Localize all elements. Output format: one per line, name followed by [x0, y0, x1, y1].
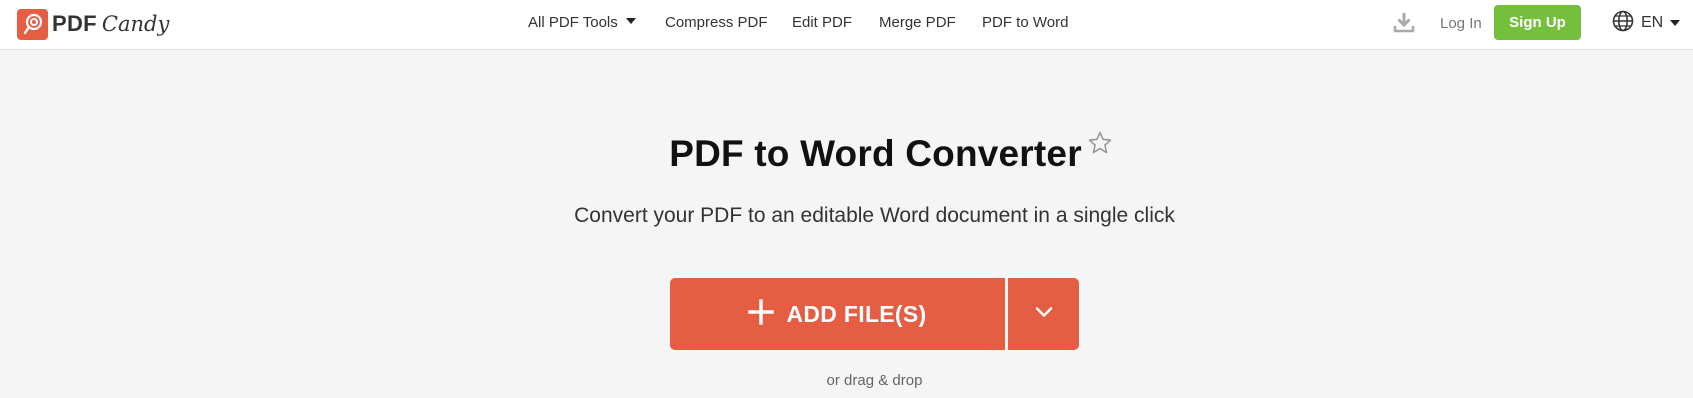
- add-files-button[interactable]: ADD FILE(S): [670, 278, 1005, 350]
- top-header: PDF Candy All PDF Tools Compress PDF Edi…: [0, 0, 1693, 50]
- nav-all-pdf-tools-label: All PDF Tools: [528, 14, 618, 31]
- nav-edit-pdf[interactable]: Edit PDF: [792, 14, 852, 31]
- star-icon[interactable]: [1087, 130, 1113, 156]
- nav-merge-pdf[interactable]: Merge PDF: [879, 14, 956, 31]
- language-label: EN: [1641, 14, 1664, 31]
- language-selector[interactable]: EN: [1612, 10, 1681, 37]
- globe-icon: [1612, 10, 1634, 37]
- plus-icon: [748, 298, 775, 330]
- chevron-down-icon: [1034, 305, 1054, 324]
- logo-text-candy: Candy: [101, 12, 170, 36]
- nav-all-pdf-tools[interactable]: All PDF Tools: [528, 14, 636, 31]
- login-link[interactable]: Log In: [1440, 15, 1482, 32]
- logo-text-pdf: PDF: [52, 11, 97, 36]
- download-icon[interactable]: [1392, 10, 1416, 34]
- nav-pdf-to-word[interactable]: PDF to Word: [982, 14, 1068, 31]
- drag-drop-hint: or drag & drop: [826, 372, 923, 389]
- caret-down-icon: [625, 18, 636, 24]
- upload-source-dropdown-button[interactable]: [1008, 278, 1079, 350]
- pdfcandy-logo-icon: [17, 8, 48, 40]
- signup-button[interactable]: Sign Up: [1494, 5, 1581, 40]
- nav-compress-pdf[interactable]: Compress PDF: [665, 14, 768, 31]
- page-title: PDF to Word Converter: [669, 133, 1082, 174]
- pdfcandy-logo[interactable]: PDF Candy: [17, 8, 169, 40]
- page-subtitle: Convert your PDF to an editable Word doc…: [574, 204, 1175, 227]
- add-files-label: ADD FILE(S): [786, 300, 927, 327]
- caret-down-icon: [1670, 20, 1681, 26]
